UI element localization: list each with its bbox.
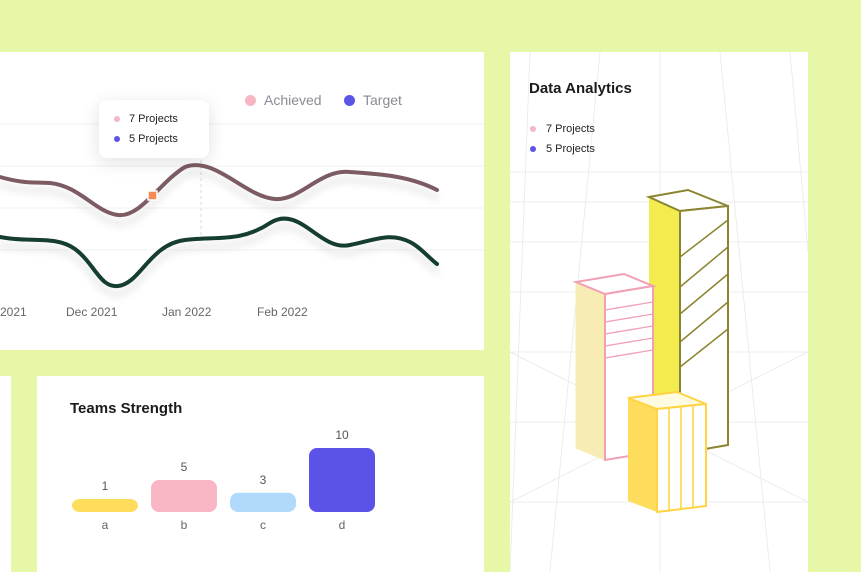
legend-target-label: Target: [363, 92, 402, 108]
tooltip-row: 7 Projects: [114, 113, 178, 125]
pink-building-front: [575, 281, 606, 461]
bar-value-label: 1: [102, 479, 109, 493]
short-building-front: [628, 398, 657, 512]
target-dot: [344, 94, 355, 106]
x-tick-label: Jan 2022: [162, 305, 212, 319]
legend-target[interactable]: Target: [344, 92, 402, 108]
legend-dot-pink: [530, 126, 536, 132]
analytics-legend-item: 7 Projects: [530, 123, 595, 135]
bar-a[interactable]: [72, 499, 138, 512]
line-chart-card: Achieved Target 7 Projects 5 Projects 20…: [0, 52, 484, 350]
bar-category-label: a: [102, 518, 109, 532]
legend-dot-blue: [530, 146, 536, 152]
bar-category-label: c: [260, 518, 266, 532]
tooltip-text: 5 Projects: [129, 133, 178, 145]
partial-card: [0, 376, 11, 572]
bar-value-label: 3: [260, 473, 267, 487]
target-line: [0, 216, 439, 289]
bar-value-label: 10: [335, 428, 349, 442]
achieved-dot: [245, 94, 256, 106]
data-analytics-card: Data Analytics 7 Projects 5 Projects: [510, 52, 808, 572]
tooltip-row: 5 Projects: [114, 133, 178, 145]
analytics-legend-item: 5 Projects: [530, 143, 595, 155]
bar-value-label: 5: [181, 460, 188, 474]
legend-achieved[interactable]: Achieved: [245, 92, 322, 108]
teams-strength-chart: 1 a 5 b 3 c 10 d: [72, 428, 375, 532]
x-tick-label: 2021: [0, 305, 27, 319]
chart-tooltip: 7 Projects 5 Projects: [99, 100, 209, 158]
x-tick-label: Dec 2021: [66, 305, 118, 319]
legend-achieved-label: Achieved: [264, 92, 322, 108]
tooltip-text: 7 Projects: [129, 113, 178, 125]
tooltip-dot-achieved: [114, 116, 120, 122]
bar-d[interactable]: [309, 448, 375, 512]
tooltip-dot-target: [114, 136, 120, 142]
teams-strength-card: Teams Strength 1 a 5 b 3 c 10 d: [37, 376, 484, 572]
tooltip-marker[interactable]: [147, 190, 158, 201]
data-analytics-title: Data Analytics: [529, 80, 632, 97]
bar-category-label: d: [339, 518, 346, 532]
bar-b[interactable]: [151, 480, 217, 512]
analytics-legend-label: 7 Projects: [546, 123, 595, 135]
bar-category-label: b: [181, 518, 188, 532]
bar-c[interactable]: [230, 492, 296, 512]
x-tick-label: Feb 2022: [257, 305, 308, 319]
analytics-legend-label: 5 Projects: [546, 143, 595, 155]
